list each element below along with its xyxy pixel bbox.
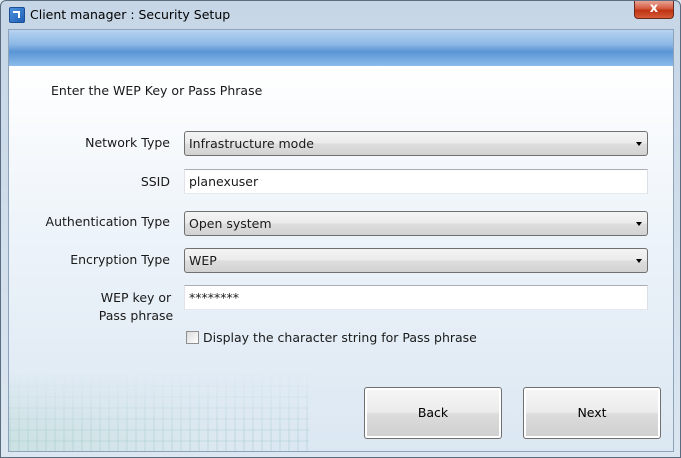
app-icon bbox=[9, 7, 25, 23]
display-passphrase-label: Display the character string for Pass ph… bbox=[203, 330, 477, 345]
window-title: Client manager : Security Setup bbox=[30, 7, 231, 22]
network-type-value: Infrastructure mode bbox=[189, 136, 314, 151]
back-button[interactable]: Back bbox=[364, 387, 502, 439]
display-passphrase-checkbox[interactable] bbox=[186, 331, 199, 344]
authentication-type-value: Open system bbox=[189, 216, 272, 231]
chevron-down-icon bbox=[636, 142, 642, 146]
wep-key-label-line1: WEP key or bbox=[100, 290, 172, 305]
authentication-type-label: Authentication Type bbox=[45, 214, 170, 229]
header-banner bbox=[9, 30, 673, 66]
dialog-body: Enter the WEP Key or Pass Phrase Network… bbox=[8, 29, 674, 452]
close-button[interactable]: x bbox=[634, 1, 674, 19]
next-button[interactable]: Next bbox=[523, 387, 661, 439]
authentication-type-select[interactable]: Open system bbox=[184, 211, 648, 236]
chevron-down-icon bbox=[636, 222, 642, 226]
instruction-text: Enter the WEP Key or Pass Phrase bbox=[51, 83, 263, 98]
wep-key-label: WEP key or Pass phrase bbox=[93, 289, 179, 325]
network-type-label: Network Type bbox=[85, 135, 170, 150]
network-type-select[interactable]: Infrastructure mode bbox=[184, 131, 648, 156]
close-icon: x bbox=[649, 1, 659, 16]
circuit-decoration bbox=[9, 373, 309, 451]
encryption-type-select[interactable]: WEP bbox=[184, 248, 648, 273]
ssid-label: SSID bbox=[140, 174, 170, 189]
chevron-down-icon bbox=[636, 259, 642, 263]
wep-key-input[interactable]: ******** bbox=[184, 285, 648, 310]
title-bar: Client manager : Security Setup x bbox=[1, 1, 680, 29]
ssid-input[interactable]: planexuser bbox=[184, 169, 648, 194]
wep-key-label-line2: Pass phrase bbox=[98, 308, 174, 323]
encryption-type-value: WEP bbox=[189, 253, 217, 268]
encryption-type-label: Encryption Type bbox=[70, 252, 170, 267]
security-setup-window: Client manager : Security Setup x Enter … bbox=[0, 0, 681, 458]
